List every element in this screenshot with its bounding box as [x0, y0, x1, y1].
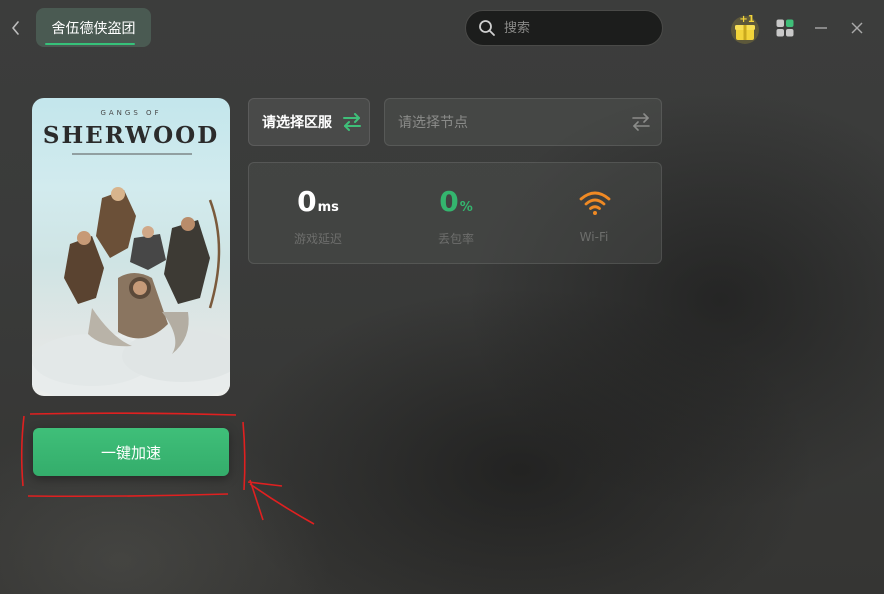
node-select[interactable]: 请选择节点: [384, 98, 662, 146]
wifi-icon: [579, 191, 611, 215]
game-cover: GANGS OF SHERWOOD: [32, 98, 230, 396]
region-select-button[interactable]: 请选择区服: [248, 98, 370, 146]
accelerate-button[interactable]: 一键加速: [33, 428, 229, 476]
search-input[interactable]: [502, 19, 656, 37]
tab-game-label: 舍伍德侠盗团: [51, 20, 136, 37]
swap-icon: [342, 113, 362, 131]
swap-icon: [631, 113, 651, 131]
back-button[interactable]: [6, 16, 26, 40]
latency-label: 游戏延迟: [293, 232, 342, 246]
region-label: 请选择区服: [262, 115, 332, 131]
latency-value: 0ms: [249, 185, 387, 218]
search-box[interactable]: [465, 10, 663, 46]
chevron-left-icon: [12, 21, 19, 35]
search-icon: [478, 19, 496, 37]
tab-active-indicator: [45, 43, 135, 45]
tab-game[interactable]: 舍伍德侠盗团: [36, 8, 151, 47]
latency-unit: ms: [317, 200, 339, 215]
minimize-button[interactable]: [813, 19, 829, 37]
latency-stat: 0ms 游戏延迟: [249, 163, 387, 263]
gift-button[interactable]: +1: [728, 8, 762, 44]
gift-icon: +1: [731, 14, 759, 44]
latency-number: 0: [297, 185, 317, 218]
network-type-stat: Wi-Fi: [525, 163, 663, 263]
grid-icon: [776, 19, 794, 37]
gift-badge: +1: [739, 14, 754, 25]
accelerate-label: 一键加速: [100, 443, 161, 462]
title-bar: 舍伍德侠盗团 +1: [0, 0, 884, 56]
node-placeholder: 请选择节点: [398, 115, 468, 131]
network-stats-panel: 0ms 游戏延迟 0% 丢包率 Wi-Fi: [248, 162, 662, 264]
packet-loss-unit: %: [459, 200, 473, 215]
packet-loss-value: 0%: [387, 185, 525, 218]
packet-loss-label: 丢包率: [437, 232, 474, 246]
close-button[interactable]: [849, 19, 865, 37]
packet-loss-stat: 0% 丢包率: [387, 163, 525, 263]
close-icon: [851, 22, 863, 34]
cover-artwork: [32, 153, 230, 396]
packet-loss-number: 0: [439, 185, 459, 218]
network-type-label: Wi-Fi: [579, 230, 609, 244]
minus-icon: [815, 27, 827, 29]
apps-button[interactable]: [776, 19, 794, 37]
